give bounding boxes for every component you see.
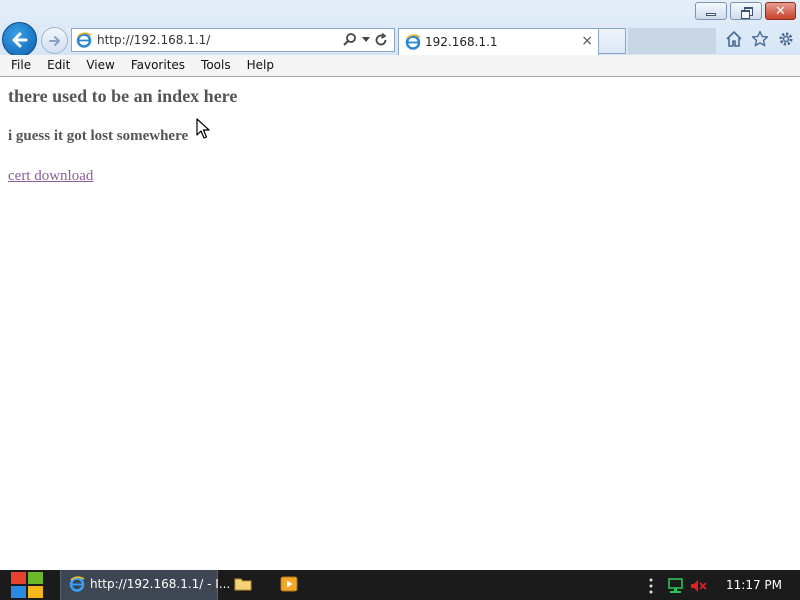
- taskbar-clock: 11:17 PM: [726, 578, 782, 592]
- network-icon[interactable]: [667, 578, 685, 594]
- menu-favorites[interactable]: Favorites: [123, 55, 193, 76]
- menu-tools[interactable]: Tools: [193, 55, 239, 76]
- favorites-button[interactable]: [750, 29, 770, 49]
- volume-muted-icon[interactable]: [690, 578, 708, 594]
- page-heading: there used to be an index here: [8, 86, 238, 106]
- forward-button[interactable]: [41, 27, 68, 54]
- close-icon: ✕: [775, 3, 786, 19]
- taskbar-ie-window[interactable]: http://192.168.1.1/ - I...: [60, 570, 230, 600]
- toolbar-icons: [724, 29, 796, 49]
- minimize-icon: [706, 12, 716, 16]
- home-icon: [726, 31, 742, 47]
- tab-close-icon[interactable]: ×: [581, 33, 593, 49]
- forward-arrow-icon: [48, 35, 60, 46]
- mouse-cursor-icon: [196, 118, 210, 139]
- search-icon[interactable]: [342, 32, 358, 48]
- menu-bar: File Edit View Favorites Tools Help: [0, 55, 800, 77]
- menu-edit[interactable]: Edit: [39, 55, 78, 76]
- back-button[interactable]: [2, 22, 37, 57]
- window-controls: ✕: [695, 2, 796, 20]
- settings-gear-icon: [779, 32, 793, 46]
- media-player-icon[interactable]: [280, 576, 298, 592]
- refresh-icon[interactable]: [373, 32, 389, 48]
- menu-view[interactable]: View: [78, 55, 122, 76]
- menu-file[interactable]: File: [3, 55, 39, 76]
- address-dropdown-icon[interactable]: [362, 37, 370, 42]
- file-explorer-icon[interactable]: [234, 576, 252, 592]
- browser-chrome: ✕ http://192.168.1.1/ 192.168.1.1 ×: [0, 0, 800, 57]
- tab-strip-blank: [628, 28, 716, 54]
- page-subheading: i guess it got lost somewhere: [8, 128, 189, 144]
- favorites-star-icon: [751, 30, 769, 47]
- overflow-icon[interactable]: [648, 578, 654, 594]
- restore-button[interactable]: [730, 2, 762, 20]
- taskbar-ie-label: http://192.168.1.1/ - I...: [90, 577, 231, 591]
- tab-active[interactable]: 192.168.1.1 ×: [398, 28, 599, 55]
- start-button[interactable]: [10, 570, 44, 600]
- settings-button[interactable]: [776, 29, 796, 49]
- address-bar[interactable]: http://192.168.1.1/: [71, 28, 395, 52]
- ie-tab-icon: [405, 34, 421, 50]
- ie-taskbar-icon: [69, 576, 85, 592]
- back-arrow-icon: [12, 32, 27, 47]
- restore-icon: [740, 6, 753, 19]
- new-tab-button[interactable]: [599, 28, 626, 54]
- home-button[interactable]: [724, 29, 744, 49]
- address-text: http://192.168.1.1/: [97, 33, 211, 47]
- ie-page-icon: [76, 32, 92, 48]
- cert-download-link[interactable]: cert download: [8, 168, 93, 185]
- tab-label: 192.168.1.1: [425, 35, 498, 49]
- taskbar: http://192.168.1.1/ - I... 11:17 PM: [0, 570, 800, 600]
- minimize-button[interactable]: [695, 2, 727, 20]
- menu-help[interactable]: Help: [239, 55, 282, 76]
- close-button[interactable]: ✕: [765, 2, 796, 20]
